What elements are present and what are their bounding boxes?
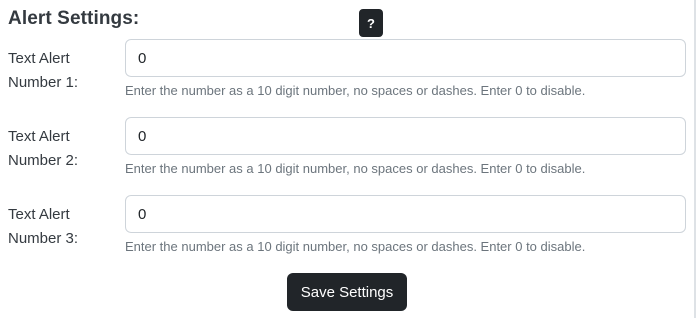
alert-number-3-hint: Enter the number as a 10 digit number, n… [125,239,586,254]
help-button[interactable]: ? [359,9,383,37]
alert-number-2-label: Text Alert Number 2: [8,125,118,173]
label-line-1: Text Alert [8,50,70,67]
label-line-2: Number 3: [8,230,79,247]
alert-number-3-input[interactable] [125,195,686,233]
alert-number-2-hint: Enter the number as a 10 digit number, n… [125,161,586,176]
alert-number-1-label: Text Alert Number 1: [8,47,118,95]
page-title: Alert Settings: [8,8,140,29]
alert-number-1-hint: Enter the number as a 10 digit number, n… [125,83,586,98]
label-line-1: Text Alert [8,206,70,223]
alert-number-3-label: Text Alert Number 3: [8,203,118,251]
label-line-2: Number 1: [8,74,79,91]
alert-number-2-input[interactable] [125,117,686,155]
alert-number-1-input[interactable] [125,39,686,77]
label-line-2: Number 2: [8,152,79,169]
label-line-1: Text Alert [8,128,70,145]
save-settings-button[interactable]: Save Settings [287,273,407,311]
help-icon: ? [367,15,375,31]
alert-settings-panel: Alert Settings: ? Text Alert Number 1: E… [0,0,696,318]
